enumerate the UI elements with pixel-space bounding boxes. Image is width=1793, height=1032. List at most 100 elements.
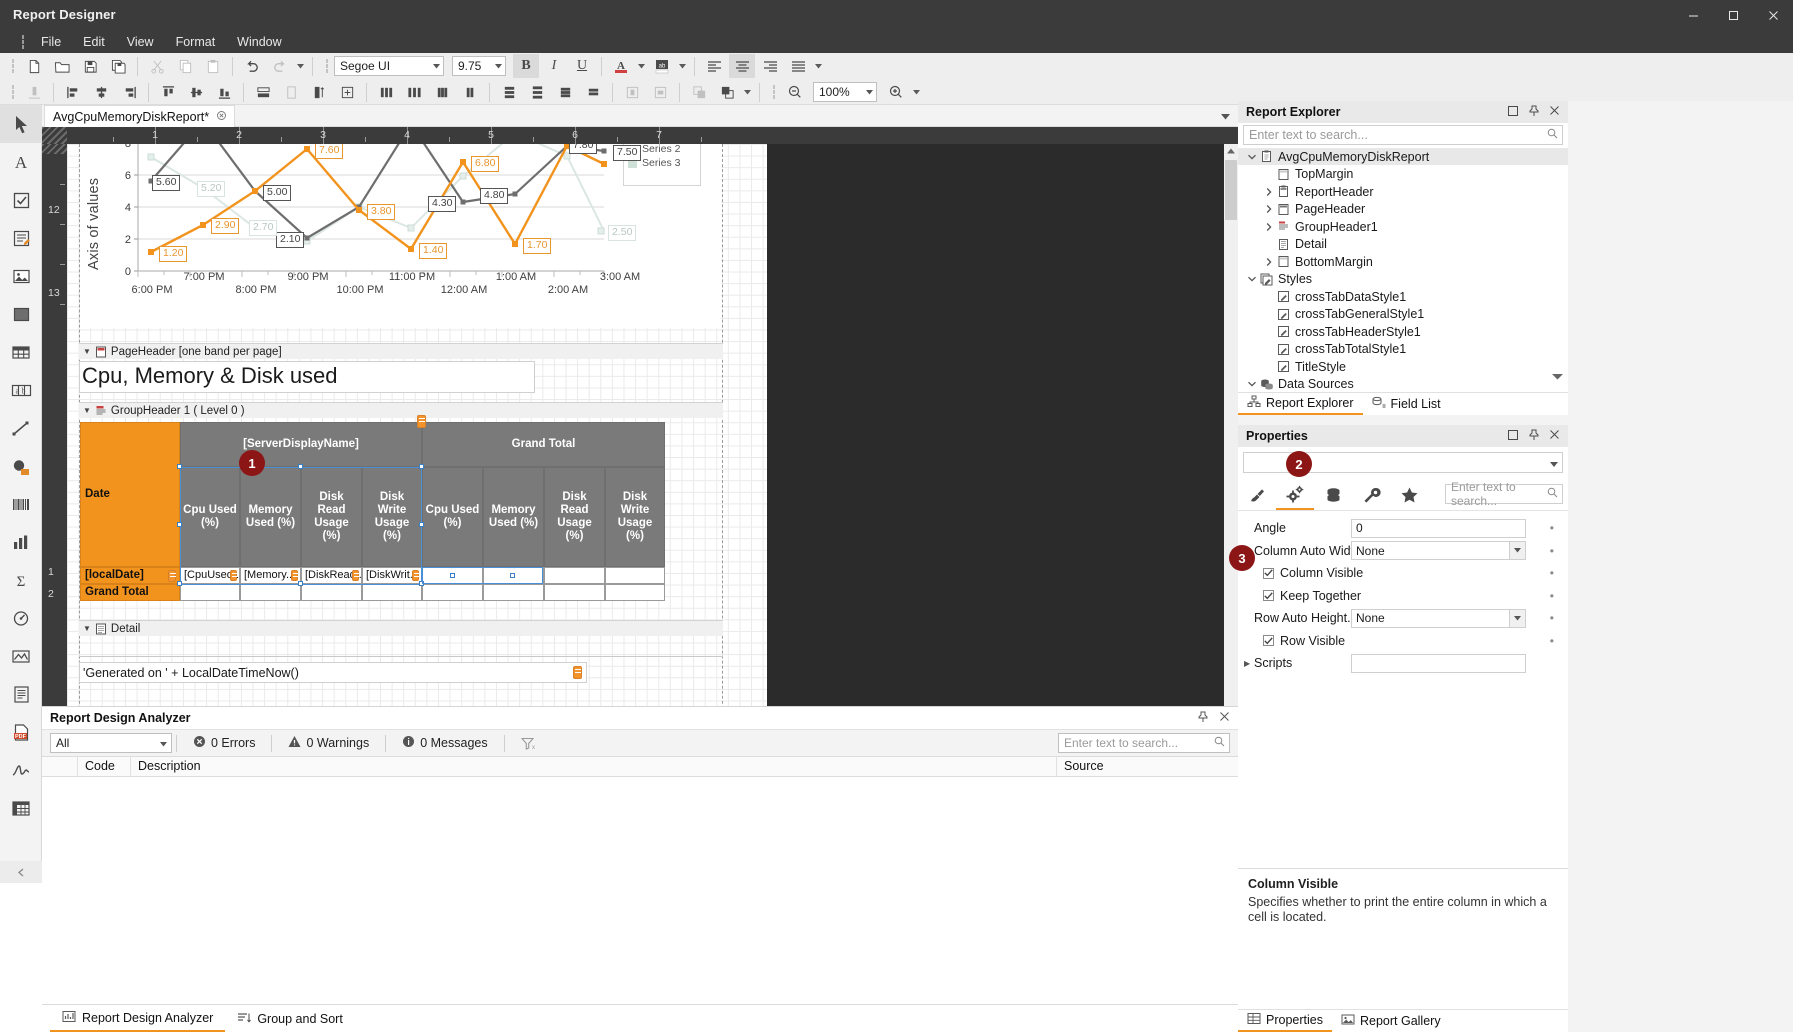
favorites-star-icon[interactable] [1390,481,1428,510]
size-to-grid-icon[interactable] [306,80,332,104]
crosstab-total-cell[interactable] [362,584,422,601]
triangle-down-icon[interactable]: ▼ [83,347,91,356]
close-icon[interactable] [1219,711,1230,725]
generated-on-control[interactable]: 'Generated on ' + LocalDateTimeNow() [79,662,587,683]
analyzer-filter-combo[interactable]: All [50,733,172,753]
save-all-icon[interactable] [105,54,131,78]
decrease-vertical-spacing-icon[interactable] [552,80,578,104]
data-cylinder-icon[interactable] [1314,481,1352,510]
resize-handle[interactable] [177,522,182,527]
search-icon[interactable] [1547,128,1562,142]
chevron-down-icon[interactable] [495,57,502,75]
character-comb-icon[interactable]: ab [0,371,42,409]
tree-item-groupheader1[interactable]: GroupHeader1 [1238,218,1568,235]
footer-tab-group-and-sort[interactable]: Group and Sort [225,1006,354,1032]
cross-tab-icon[interactable] [0,789,42,827]
send-to-back-icon[interactable] [714,80,740,104]
toolbox-scroll-left-icon[interactable] [0,861,42,883]
crosstab-total-cell[interactable] [544,584,605,601]
resize-handle[interactable] [298,464,303,469]
dock-tab-field-list[interactable]: Field List [1363,393,1450,415]
crosstab-total-cell[interactable] [605,584,665,601]
tree-item-avgcpumemorydiskreport[interactable]: AvgCpuMemoryDiskReport [1238,148,1568,165]
design-canvas[interactable]: 1 2 3 4 5 6 7 12 13 1 2 [42,127,1238,787]
crosstab-grand-total-header-cell[interactable]: Grand Total [422,422,665,467]
align-justify-icon[interactable] [785,54,811,78]
smart-tag-icon[interactable] [417,415,426,428]
checkbox-column-visible[interactable] [1263,568,1274,579]
page-info-icon[interactable] [0,675,42,713]
chevron-right-icon[interactable] [1263,223,1275,231]
save-icon[interactable] [77,54,103,78]
triangle-down-icon[interactable]: ▼ [83,406,91,415]
report-explorer-search-input[interactable]: Enter text to search... [1243,125,1563,145]
analyzer-results-grid[interactable]: Code Description Source [42,757,1238,982]
crosstab-measure-header[interactable]: Disk Read Usage (%) [544,467,605,567]
align-tops-icon[interactable] [155,80,181,104]
layout-toolbar-grip[interactable] [9,83,18,101]
resize-handle[interactable] [450,573,455,578]
chevron-down-icon[interactable] [1246,276,1258,282]
table-icon[interactable] [0,333,42,371]
report-explorer-scrollbar[interactable] [1554,148,1566,388]
font-size-combo[interactable]: 9.75 [452,56,506,76]
pointer-icon[interactable] [0,105,42,143]
align-center-icon[interactable] [729,54,755,78]
chevron-down-icon[interactable] [433,57,440,75]
crosstab-row-label-cell[interactable]: [localDate] [80,567,180,584]
restore-icon[interactable] [1507,105,1519,120]
chart-icon[interactable] [0,523,42,561]
sparkline-icon[interactable]: Σ [0,561,42,599]
chevron-down-icon[interactable] [866,83,873,101]
band-group-header[interactable]: ▼ GroupHeader 1 ( Level 0 ) [79,402,723,418]
crosstab-total-cell[interactable] [240,584,301,601]
barcode-icon[interactable] [0,485,42,523]
triangle-down-icon[interactable]: ▼ [83,624,91,633]
chevron-down-icon[interactable] [1246,154,1258,160]
scrollbar-thumb[interactable] [1225,160,1237,220]
tree-item-crosstabheaderstyle1[interactable]: crossTabHeaderStyle1 [1238,323,1568,340]
crosstab-total-cell[interactable] [422,584,483,601]
background-color-icon[interactable]: ab [649,54,675,78]
tree-item-styles[interactable]: Styles [1238,271,1568,288]
redo-icon[interactable] [267,54,293,78]
chevron-right-icon[interactable] [1263,258,1275,266]
redo-dropdown-icon[interactable] [294,54,307,78]
make-same-width-icon[interactable] [250,80,276,104]
underline-button[interactable]: U [569,54,595,78]
pin-icon[interactable] [1528,429,1540,444]
increase-vertical-spacing-icon[interactable] [524,80,550,104]
align-bottoms-icon[interactable] [211,80,237,104]
tree-item-bottommargin[interactable]: BottomMargin [1238,253,1568,270]
pin-icon[interactable] [1528,105,1540,120]
align-centers-icon[interactable] [88,80,114,104]
clear-filter-icon[interactable]: x [509,732,547,754]
crosstab-data-cell[interactable] [605,567,665,584]
resize-handle[interactable] [177,581,182,586]
analyzer-messages[interactable]: 0 Messages [390,732,499,754]
property-value-row-auto-height[interactable]: None [1351,609,1526,628]
dock-tab-report-gallery[interactable]: Report Gallery [1332,1010,1450,1032]
band-page-header[interactable]: ▼ PageHeader [one band per page] [79,343,723,359]
crosstab-data-cell[interactable] [544,567,605,584]
font-color-dropdown-icon[interactable] [635,54,648,78]
align-right-icon[interactable] [757,54,783,78]
bring-to-front-icon[interactable] [686,80,712,104]
crosstab-measure-header[interactable]: Memory Used (%) [483,467,544,567]
search-icon[interactable] [1214,736,1225,750]
zoom-dropdown-icon[interactable] [910,80,923,104]
zoom-combo[interactable]: 100% [813,82,877,102]
font-color-icon[interactable]: A [608,54,634,78]
crosstab-measure-header[interactable]: Disk Write Usage (%) [605,467,665,567]
pdf-content-icon[interactable]: PDF [0,713,42,751]
center-vertically-icon[interactable] [647,80,673,104]
properties-search-input[interactable]: Enter text to search... [1445,484,1563,504]
property-row-angle[interactable]: Angle0• [1238,517,1568,539]
close-icon[interactable] [1549,105,1560,119]
cr osstab-total-cell[interactable] [301,584,362,601]
bold-button[interactable]: B [513,54,539,78]
menu-file[interactable]: File [30,33,72,51]
resize-handle[interactable] [177,464,182,469]
tree-item-titlestyle[interactable]: TitleStyle [1238,358,1568,375]
close-icon[interactable] [1753,0,1793,31]
